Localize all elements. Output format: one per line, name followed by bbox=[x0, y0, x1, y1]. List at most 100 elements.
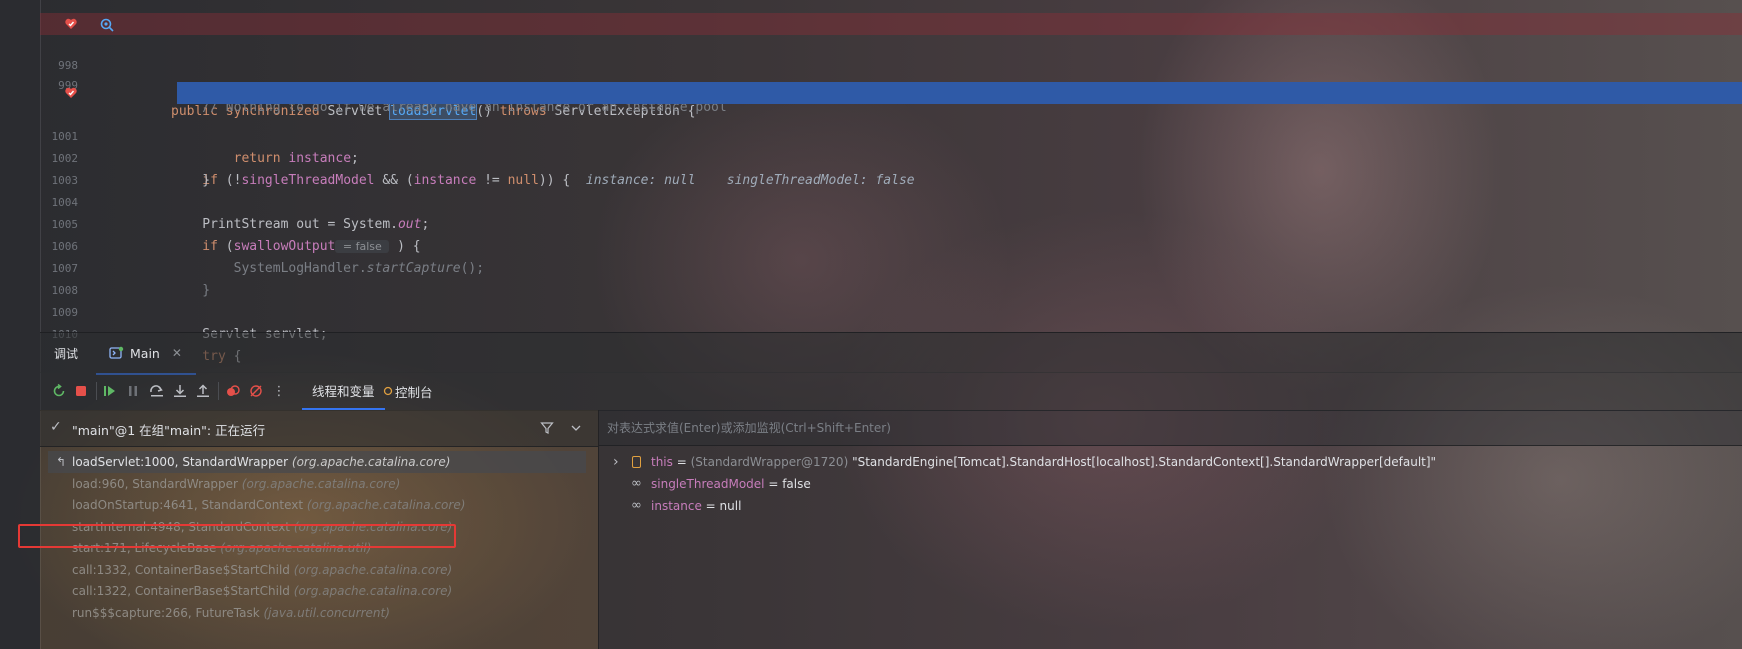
step-out-icon[interactable] bbox=[194, 382, 212, 400]
code-line: 1009 Servlet servlet; bbox=[40, 280, 1742, 342]
breakpoint-icon[interactable] bbox=[63, 85, 79, 101]
code-line: public synchronized Servlet loadServlet(… bbox=[40, 13, 1742, 120]
frame-method: call:1332, ContainerBase$StartChild bbox=[72, 562, 294, 577]
run-config-icon bbox=[109, 346, 124, 359]
frame-package: (org.apache.catalina.core) bbox=[291, 455, 451, 469]
stack-frame-label: loadOnStartup:4641, StandardContext (org… bbox=[72, 494, 465, 516]
more-options-icon[interactable]: ⋮ bbox=[270, 382, 288, 400]
debug-title: 调试 bbox=[54, 347, 79, 361]
debug-toolbar: ⋮ 线程和变量 控制台 bbox=[40, 372, 1742, 411]
stop-icon[interactable] bbox=[72, 382, 90, 400]
code-line: 1007 } bbox=[40, 236, 1742, 298]
stack-frame-item[interactable]: loadOnStartup:4641, StandardContext (org… bbox=[48, 494, 586, 516]
code-line: 1002 } bbox=[40, 126, 1742, 188]
code-line: 1004 PrintStream out = System.out; bbox=[40, 170, 1742, 232]
mute-breakpoints-icon[interactable] bbox=[247, 382, 265, 400]
frame-method: startInternal:4948, StandardContext bbox=[72, 519, 294, 534]
primitive-field-icon: ∞ bbox=[631, 498, 642, 513]
breakpoint-icon[interactable] bbox=[63, 16, 79, 32]
thread-selector[interactable]: ✓ "main"@1 在组"main": 正在运行 bbox=[40, 410, 598, 447]
code-line: 1008 bbox=[40, 258, 1742, 297]
variable-row[interactable]: ∞ singleThreadModel = false bbox=[599, 473, 1742, 495]
execution-point-highlight bbox=[177, 82, 1742, 104]
frame-method: loadOnStartup:4641, StandardContext bbox=[72, 498, 307, 512]
debug-tab-bar: 调试 Main ✕ bbox=[40, 332, 1742, 375]
resume-icon[interactable] bbox=[101, 382, 119, 400]
stack-frame-label: run$$$capture:266, FutureTask (java.util… bbox=[72, 602, 390, 624]
stack-frame-label: call:1332, ContainerBase$StartChild (org… bbox=[72, 559, 452, 581]
frame-method: load:960, StandardWrapper bbox=[72, 476, 242, 491]
stack-frame-item[interactable]: call:1332, ContainerBase$StartChild (org… bbox=[48, 559, 586, 581]
primitive-field-icon: ∞ bbox=[631, 476, 642, 491]
stack-frame-item[interactable]: ↰ loadServlet:1000, StandardWrapper (org.… bbox=[48, 451, 586, 473]
current-frame-icon: ↰ bbox=[56, 455, 67, 469]
frame-package: (org.apache.catalina.core) bbox=[306, 498, 466, 512]
stack-frame-item[interactable]: startInternal:4948, StandardContext (org… bbox=[48, 516, 586, 538]
tab-console-label: 控制台 bbox=[395, 384, 433, 400]
stack-frame-label: loadServlet:1000, StandardWrapper (org.a… bbox=[72, 451, 450, 473]
code-line: 1003 bbox=[40, 148, 1742, 187]
frame-method: run$$$capture:266, FutureTask bbox=[72, 605, 264, 620]
frame-package: (org.apache.catalina.core) bbox=[293, 584, 453, 598]
close-icon[interactable]: ✕ bbox=[172, 346, 182, 360]
step-into-icon[interactable] bbox=[171, 382, 189, 400]
variable-value: false bbox=[782, 477, 811, 491]
variable-value: "StandardEngine[Tomcat].StandardHost[loc… bbox=[852, 455, 1437, 469]
stack-frame-item[interactable]: start:171, LifecycleBase (org.apache.cat… bbox=[48, 537, 586, 559]
frame-method: loadServlet:1000, StandardWrapper bbox=[72, 455, 292, 469]
variable-equals: = bbox=[701, 499, 720, 513]
tab-main-label: Main bbox=[130, 345, 160, 361]
code-line: 998 bbox=[40, 33, 1742, 72]
stack-frame-item[interactable]: load:960, StandardWrapper (org.apache.ca… bbox=[48, 473, 586, 495]
evaluate-expression-input[interactable] bbox=[599, 410, 1742, 446]
tab-console[interactable]: 控制台 bbox=[383, 372, 433, 410]
stack-frame-label: startInternal:4948, StandardContext (org… bbox=[72, 516, 452, 538]
variable-equals: = bbox=[764, 477, 783, 491]
tab-main[interactable]: Main ✕ bbox=[96, 333, 196, 375]
code-line: 1006 SystemLogHandler.startCapture(); bbox=[40, 214, 1742, 276]
expand-chevron-icon[interactable]: › bbox=[613, 451, 619, 473]
step-over-icon[interactable] bbox=[148, 382, 166, 400]
console-icon bbox=[383, 386, 393, 396]
frame-method: start:171, LifecycleBase bbox=[72, 541, 221, 555]
variable-equals: = bbox=[672, 455, 691, 469]
tab-threads-variables-label: 线程和变量 bbox=[312, 383, 375, 399]
method-breakpoint-icon[interactable] bbox=[99, 17, 115, 33]
debug-tool-window: 调试 Main ✕ ⋮ 线程和变量 控制台 ✓ "main"@1 在组"main… bbox=[40, 332, 1742, 649]
frame-package: (org.apache.catalina.core) bbox=[293, 519, 453, 534]
frame-package: (org.apache.catalina.core) bbox=[241, 476, 401, 491]
stack-frame-item[interactable]: run$$$capture:266, FutureTask (java.util… bbox=[48, 602, 586, 624]
view-breakpoints-icon[interactable] bbox=[224, 382, 242, 400]
toolbar-separator bbox=[218, 382, 219, 400]
frame-package: (org.apache.catalina.core) bbox=[293, 562, 453, 577]
code-editor[interactable]: public synchronized Servlet loadServlet(… bbox=[0, 0, 1742, 364]
frames-panel: ✓ "main"@1 在组"main": 正在运行 ↰ loadServlet:1… bbox=[40, 410, 599, 649]
frame-package: (java.util.concurrent) bbox=[263, 605, 390, 620]
variable-name: instance bbox=[651, 499, 702, 513]
code-line-current-execution: if (!singleThreadModel && (instance != n… bbox=[40, 82, 1742, 188]
chevron-down-icon[interactable] bbox=[570, 422, 582, 434]
filter-icon[interactable] bbox=[540, 421, 554, 435]
code-line: 1001 return instance; bbox=[40, 104, 1742, 166]
check-icon: ✓ bbox=[50, 419, 62, 435]
variable-row[interactable]: ∞ instance = null bbox=[599, 495, 1742, 517]
frame-package: (org.apache.catalina.util) bbox=[220, 541, 372, 555]
code-line: 1005 if (swallowOutput = false ) { bbox=[40, 192, 1742, 254]
stack-frame-label: load:960, StandardWrapper (org.apache.ca… bbox=[72, 473, 400, 495]
variable-name: this bbox=[651, 455, 673, 469]
code-line: 999 // Nothing to do if we already have … bbox=[40, 53, 1742, 115]
rerun-icon[interactable] bbox=[50, 382, 68, 400]
tab-threads-variables[interactable]: 线程和变量 bbox=[302, 372, 385, 410]
variable-type: (StandardWrapper@1720) bbox=[690, 455, 853, 469]
object-field-icon bbox=[632, 456, 641, 468]
stack-frame-label: call:1322, ContainerBase$StartChild (org… bbox=[72, 580, 452, 602]
toolbar-separator bbox=[96, 382, 97, 400]
code-line: 1010 try { bbox=[40, 302, 1742, 364]
variable-value: null bbox=[719, 499, 742, 513]
thread-status: "main"@1 在组"main": 正在运行 bbox=[72, 423, 266, 438]
stack-frame-item[interactable]: call:1322, ContainerBase$StartChild (org… bbox=[48, 580, 586, 602]
pause-icon[interactable] bbox=[124, 382, 142, 400]
variable-name: singleThreadModel bbox=[651, 477, 765, 491]
variable-row[interactable]: › this = (StandardWrapper@1720) "Standard… bbox=[599, 451, 1742, 473]
stack-frame-label: start:171, LifecycleBase (org.apache.cat… bbox=[72, 537, 371, 559]
